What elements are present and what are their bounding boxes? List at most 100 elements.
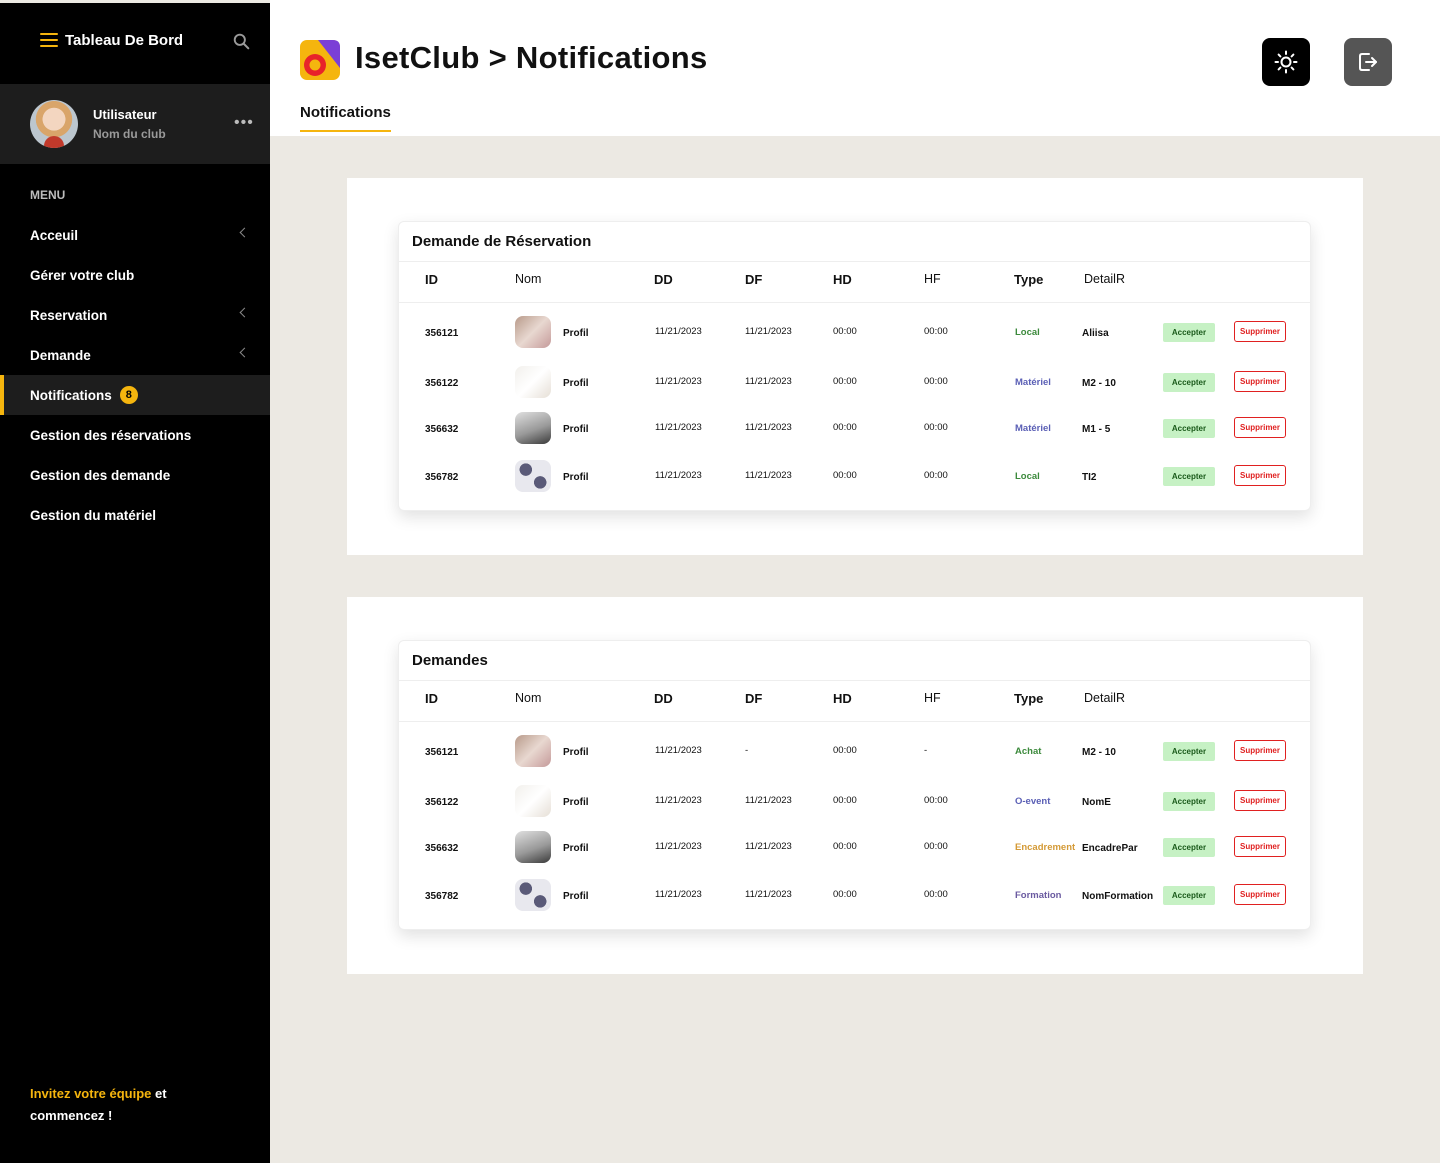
cell-detailr: M2 - 10 [1082, 378, 1116, 389]
cell-hd: 00:00 [833, 376, 857, 387]
cell-detailr: Aliisa [1082, 328, 1109, 339]
column-header-detailr: DetailR [1084, 272, 1125, 286]
cell-hd: 00:00 [833, 326, 857, 337]
sidebar-item-notifications[interactable]: Notifications 8 [0, 375, 270, 415]
cell-id: 356632 [425, 843, 459, 854]
cell-nom[interactable]: Profil [563, 424, 589, 435]
sidebar-item-gestion-materiel[interactable]: Gestion du matériel [0, 495, 270, 535]
sidebar-item-label: Gérer votre club [30, 267, 135, 283]
cell-dd: 11/21/2023 [655, 889, 702, 900]
cell-nom[interactable]: Profil [563, 891, 589, 902]
sidebar-item-acceuil[interactable]: Acceuil [0, 215, 270, 255]
invite-team-link[interactable]: Invitez votre équipe [30, 1086, 151, 1101]
cell-dd: 11/21/2023 [655, 326, 702, 337]
reservation-table-title: Demande de Réservation [412, 233, 592, 250]
cell-type: O-event [1015, 796, 1051, 807]
cell-detailr: NomFormation [1082, 891, 1154, 902]
user-card[interactable]: Utilisateur Nom du club ••• [0, 84, 270, 164]
cell-type: Encadrement [1015, 842, 1076, 853]
column-header-df: DF [745, 691, 763, 706]
cell-id: 356782 [425, 472, 459, 483]
sidebar-item-gerer-club[interactable]: Gérer votre club [0, 255, 270, 295]
cell-id: 356782 [425, 891, 459, 902]
cell-df: 11/21/2023 [745, 889, 792, 900]
cell-nom[interactable]: Profil [563, 378, 589, 389]
accept-button[interactable]: Accepter [1163, 838, 1215, 857]
column-header-nom: Nom [515, 691, 542, 705]
cell-hd: 00:00 [833, 889, 857, 900]
delete-button[interactable]: Supprimer [1234, 417, 1286, 438]
demandes-panel: Demandes ID Nom DD DF HD HF Type DetailR… [347, 597, 1363, 974]
column-header-hd: HD [833, 691, 852, 706]
cell-nom[interactable]: Profil [563, 747, 589, 758]
table-row: 356632 Profil 11/21/2023 11/21/2023 00:00 00:… [399, 412, 1310, 448]
sun-icon [1274, 50, 1298, 74]
delete-button[interactable]: Supprimer [1234, 740, 1286, 761]
cell-id: 356122 [425, 378, 459, 389]
accept-button[interactable]: Accepter [1163, 792, 1215, 811]
sidebar-item-label: Acceuil [30, 227, 79, 243]
delete-button[interactable]: Supprimer [1234, 465, 1286, 486]
cell-detailr: TI2 [1082, 472, 1097, 483]
table-row: 356782 Profil 11/21/2023 11/21/2023 00:00 00:… [399, 460, 1310, 496]
sidebar-item-label: Notifications [30, 387, 112, 403]
sidebar-item-label: Demande [30, 347, 91, 363]
cell-nom[interactable]: Profil [563, 843, 589, 854]
search-icon[interactable] [233, 33, 250, 50]
cell-df: 11/21/2023 [745, 376, 792, 387]
cell-hd: 00:00 [833, 422, 857, 433]
chevron-left-icon [239, 347, 250, 358]
profile-thumbnail [515, 879, 551, 911]
table-row: 356121 Profil 11/21/2023 11/21/2023 00:00 00:… [399, 316, 1310, 352]
cell-type: Achat [1015, 746, 1042, 757]
delete-button[interactable]: Supprimer [1234, 884, 1286, 905]
cell-hf: 00:00 [924, 795, 948, 806]
sidebar-item-demande[interactable]: Demande [0, 335, 270, 375]
cell-nom[interactable]: Profil [563, 328, 589, 339]
user-name: Utilisateur [93, 107, 157, 122]
reservation-panel: Demande de Réservation ID Nom DD DF HD H… [347, 178, 1363, 555]
column-header-dd: DD [654, 691, 673, 706]
delete-button[interactable]: Supprimer [1234, 321, 1286, 342]
cell-nom[interactable]: Profil [563, 472, 589, 483]
sidebar-item-gestion-demande[interactable]: Gestion des demande [0, 455, 270, 495]
delete-button[interactable]: Supprimer [1234, 836, 1286, 857]
column-header-hd: HD [833, 272, 852, 287]
column-header-hf: HF [924, 272, 941, 286]
table-row: 356122 Profil 11/21/2023 11/21/2023 00:00 00:… [399, 366, 1310, 402]
cell-dd: 11/21/2023 [655, 745, 702, 756]
sidebar-item-label: Gestion des demande [30, 467, 171, 483]
theme-toggle-button[interactable] [1262, 38, 1310, 86]
accept-button[interactable]: Accepter [1163, 467, 1215, 486]
notification-count-badge: 8 [119, 386, 138, 404]
delete-button[interactable]: Supprimer [1234, 790, 1286, 811]
cell-df: 11/21/2023 [745, 795, 792, 806]
accept-button[interactable]: Accepter [1163, 323, 1215, 342]
accept-button[interactable]: Accepter [1163, 419, 1215, 438]
cell-type: Matériel [1015, 423, 1051, 434]
column-header-detailr: DetailR [1084, 691, 1125, 705]
sidebar-item-reservation[interactable]: Reservation [0, 295, 270, 335]
table-row: 356122 Profil 11/21/2023 11/21/2023 00:00 00:… [399, 785, 1310, 821]
accept-button[interactable]: Accepter [1163, 742, 1215, 761]
delete-button[interactable]: Supprimer [1234, 371, 1286, 392]
more-options-icon[interactable]: ••• [234, 114, 254, 132]
accept-button[interactable]: Accepter [1163, 373, 1215, 392]
cell-id: 356121 [425, 747, 459, 758]
menu-icon[interactable] [40, 33, 58, 47]
chevron-left-icon [239, 307, 250, 318]
invite-team-text: Invitez votre équipe et commencez ! [30, 1083, 230, 1127]
cell-nom[interactable]: Profil [563, 797, 589, 808]
cell-detailr: EncadrePar [1082, 843, 1138, 854]
sidebar-item-label: Gestion du matériel [30, 507, 157, 523]
column-header-nom: Nom [515, 272, 542, 286]
cell-df: - [745, 745, 749, 756]
profile-thumbnail [515, 316, 551, 348]
chevron-left-icon [239, 227, 250, 238]
accept-button[interactable]: Accepter [1163, 886, 1215, 905]
tab-notifications[interactable]: Notifications [300, 104, 391, 132]
logout-button[interactable] [1344, 38, 1392, 86]
column-header-dd: DD [654, 272, 673, 287]
cell-df: 11/21/2023 [745, 841, 792, 852]
sidebar-item-gestion-reservations[interactable]: Gestion des réservations [0, 415, 270, 455]
